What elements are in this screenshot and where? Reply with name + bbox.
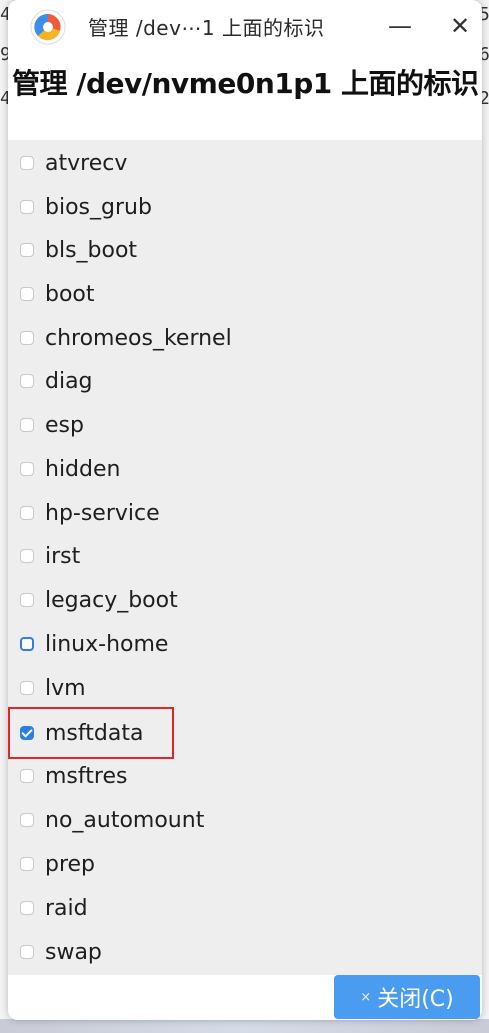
close-icon: ✕ — [449, 12, 471, 40]
flags-list: atvrecv bios_grub bls_boot boot chromeos… — [8, 140, 482, 975]
flag-label: msftdata — [45, 720, 144, 746]
flag-item-msftres[interactable]: msftres — [8, 756, 482, 796]
minimize-icon: — — [388, 12, 412, 40]
flag-checkbox[interactable] — [20, 857, 34, 871]
flag-item-bls-boot[interactable]: bls_boot — [8, 230, 482, 270]
flag-item-boot[interactable]: boot — [8, 274, 482, 314]
flag-checkbox[interactable] — [20, 418, 34, 432]
flag-item-atvrecv[interactable]: atvrecv — [8, 143, 482, 183]
flag-item-no-automount[interactable]: no_automount — [8, 800, 482, 840]
window-close-button[interactable]: ✕ — [440, 8, 480, 44]
flag-item-prep[interactable]: prep — [8, 844, 482, 884]
flag-label: no_automount — [45, 807, 205, 833]
flag-label: diag — [45, 368, 93, 394]
flag-label: hp-service — [45, 500, 160, 526]
flag-checkbox[interactable] — [20, 945, 34, 959]
flag-checkbox[interactable] — [20, 681, 34, 695]
flag-checkbox[interactable] — [20, 331, 34, 345]
flag-checkbox[interactable] — [20, 243, 34, 257]
flag-item-hp-service[interactable]: hp-service — [8, 493, 482, 533]
flag-label: irst — [45, 543, 81, 569]
window-title: 管理 /dev⋯1 上面的标识 — [88, 16, 325, 40]
flag-label: swap — [45, 939, 102, 965]
flag-item-msftdata[interactable]: msftdata — [8, 713, 482, 753]
flag-item-linux-home[interactable]: linux-home — [8, 624, 482, 664]
flag-item-irst[interactable]: irst — [8, 536, 482, 576]
dialog-footer: × 关闭(C) — [8, 975, 482, 1020]
flag-item-swap[interactable]: swap — [8, 932, 482, 972]
flag-checkbox[interactable] — [20, 813, 34, 827]
flag-item-diag[interactable]: diag — [8, 361, 482, 401]
flag-checkbox[interactable] — [20, 593, 34, 607]
flag-checkbox[interactable] — [20, 637, 34, 651]
gparted-app-icon — [30, 9, 66, 45]
flag-label: esp — [45, 412, 84, 438]
flag-item-esp[interactable]: esp — [8, 405, 482, 445]
flag-label: linux-home — [45, 631, 169, 657]
flag-checkbox[interactable] — [20, 769, 34, 783]
close-x-icon: × — [360, 989, 372, 1005]
flag-checkbox-checked[interactable] — [20, 726, 34, 740]
dialog-heading: 管理 /dev/nvme0n1p1 上面的标识 — [12, 67, 479, 100]
flag-checkbox[interactable] — [20, 901, 34, 915]
flag-checkbox[interactable] — [20, 506, 34, 520]
flag-item-chromeos-kernel[interactable]: chromeos_kernel — [8, 318, 482, 358]
flag-item-bios-grub[interactable]: bios_grub — [8, 187, 482, 227]
flag-label: atvrecv — [45, 150, 128, 176]
flag-item-legacy-boot[interactable]: legacy_boot — [8, 580, 482, 620]
flag-label: hidden — [45, 456, 121, 482]
flag-label: bios_grub — [45, 194, 152, 220]
flag-item-raid[interactable]: raid — [8, 888, 482, 928]
flag-label: prep — [45, 851, 96, 877]
flag-label: bls_boot — [45, 237, 138, 263]
minimize-button[interactable]: — — [380, 8, 420, 44]
desktop-bottom-band — [0, 1019, 489, 1033]
manage-flags-dialog: 管理 /dev⋯1 上面的标识 — ✕ 管理 /dev/nvme0n1p1 上面… — [8, 0, 482, 1020]
title-bar: 管理 /dev⋯1 上面的标识 — ✕ — [8, 0, 482, 52]
flag-label: msftres — [45, 763, 128, 789]
close-dialog-button[interactable]: × 关闭(C) — [334, 975, 480, 1019]
flag-item-hidden[interactable]: hidden — [8, 449, 482, 489]
flag-checkbox[interactable] — [20, 374, 34, 388]
flag-label: legacy_boot — [45, 587, 178, 613]
flag-label: lvm — [45, 675, 86, 701]
flag-label: boot — [45, 281, 95, 307]
close-dialog-label: 关闭(C) — [377, 987, 454, 1012]
flag-item-lvm[interactable]: lvm — [8, 668, 482, 708]
flag-checkbox[interactable] — [20, 462, 34, 476]
flag-checkbox[interactable] — [20, 287, 34, 301]
flag-label: raid — [45, 895, 88, 921]
flag-label: chromeos_kernel — [45, 325, 232, 351]
flag-checkbox[interactable] — [20, 200, 34, 214]
flag-checkbox[interactable] — [20, 549, 34, 563]
flag-checkbox[interactable] — [20, 156, 34, 170]
